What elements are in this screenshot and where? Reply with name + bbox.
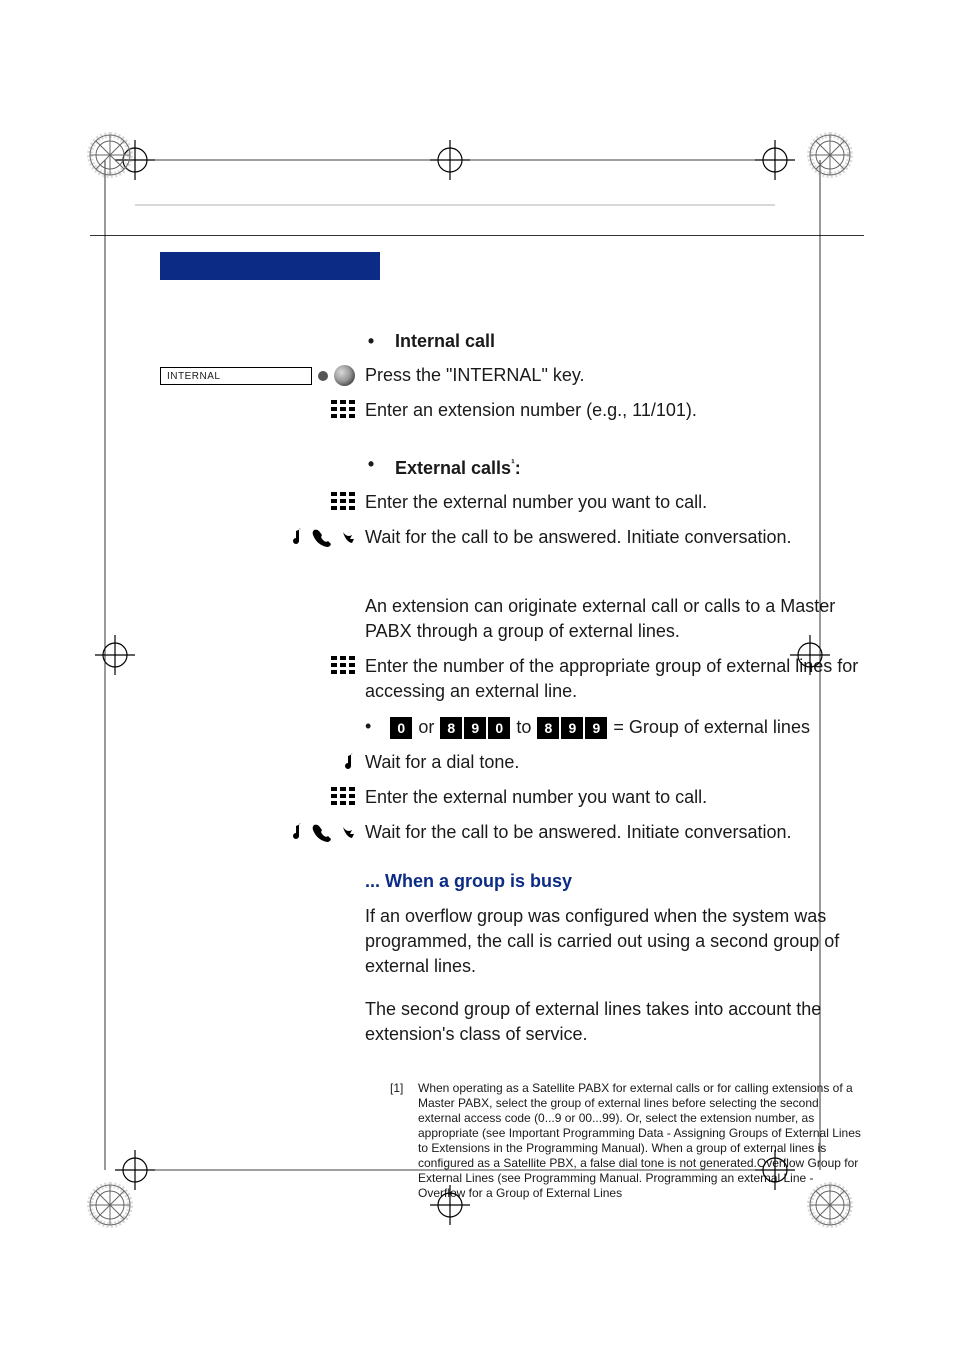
print-marks <box>0 0 954 1351</box>
